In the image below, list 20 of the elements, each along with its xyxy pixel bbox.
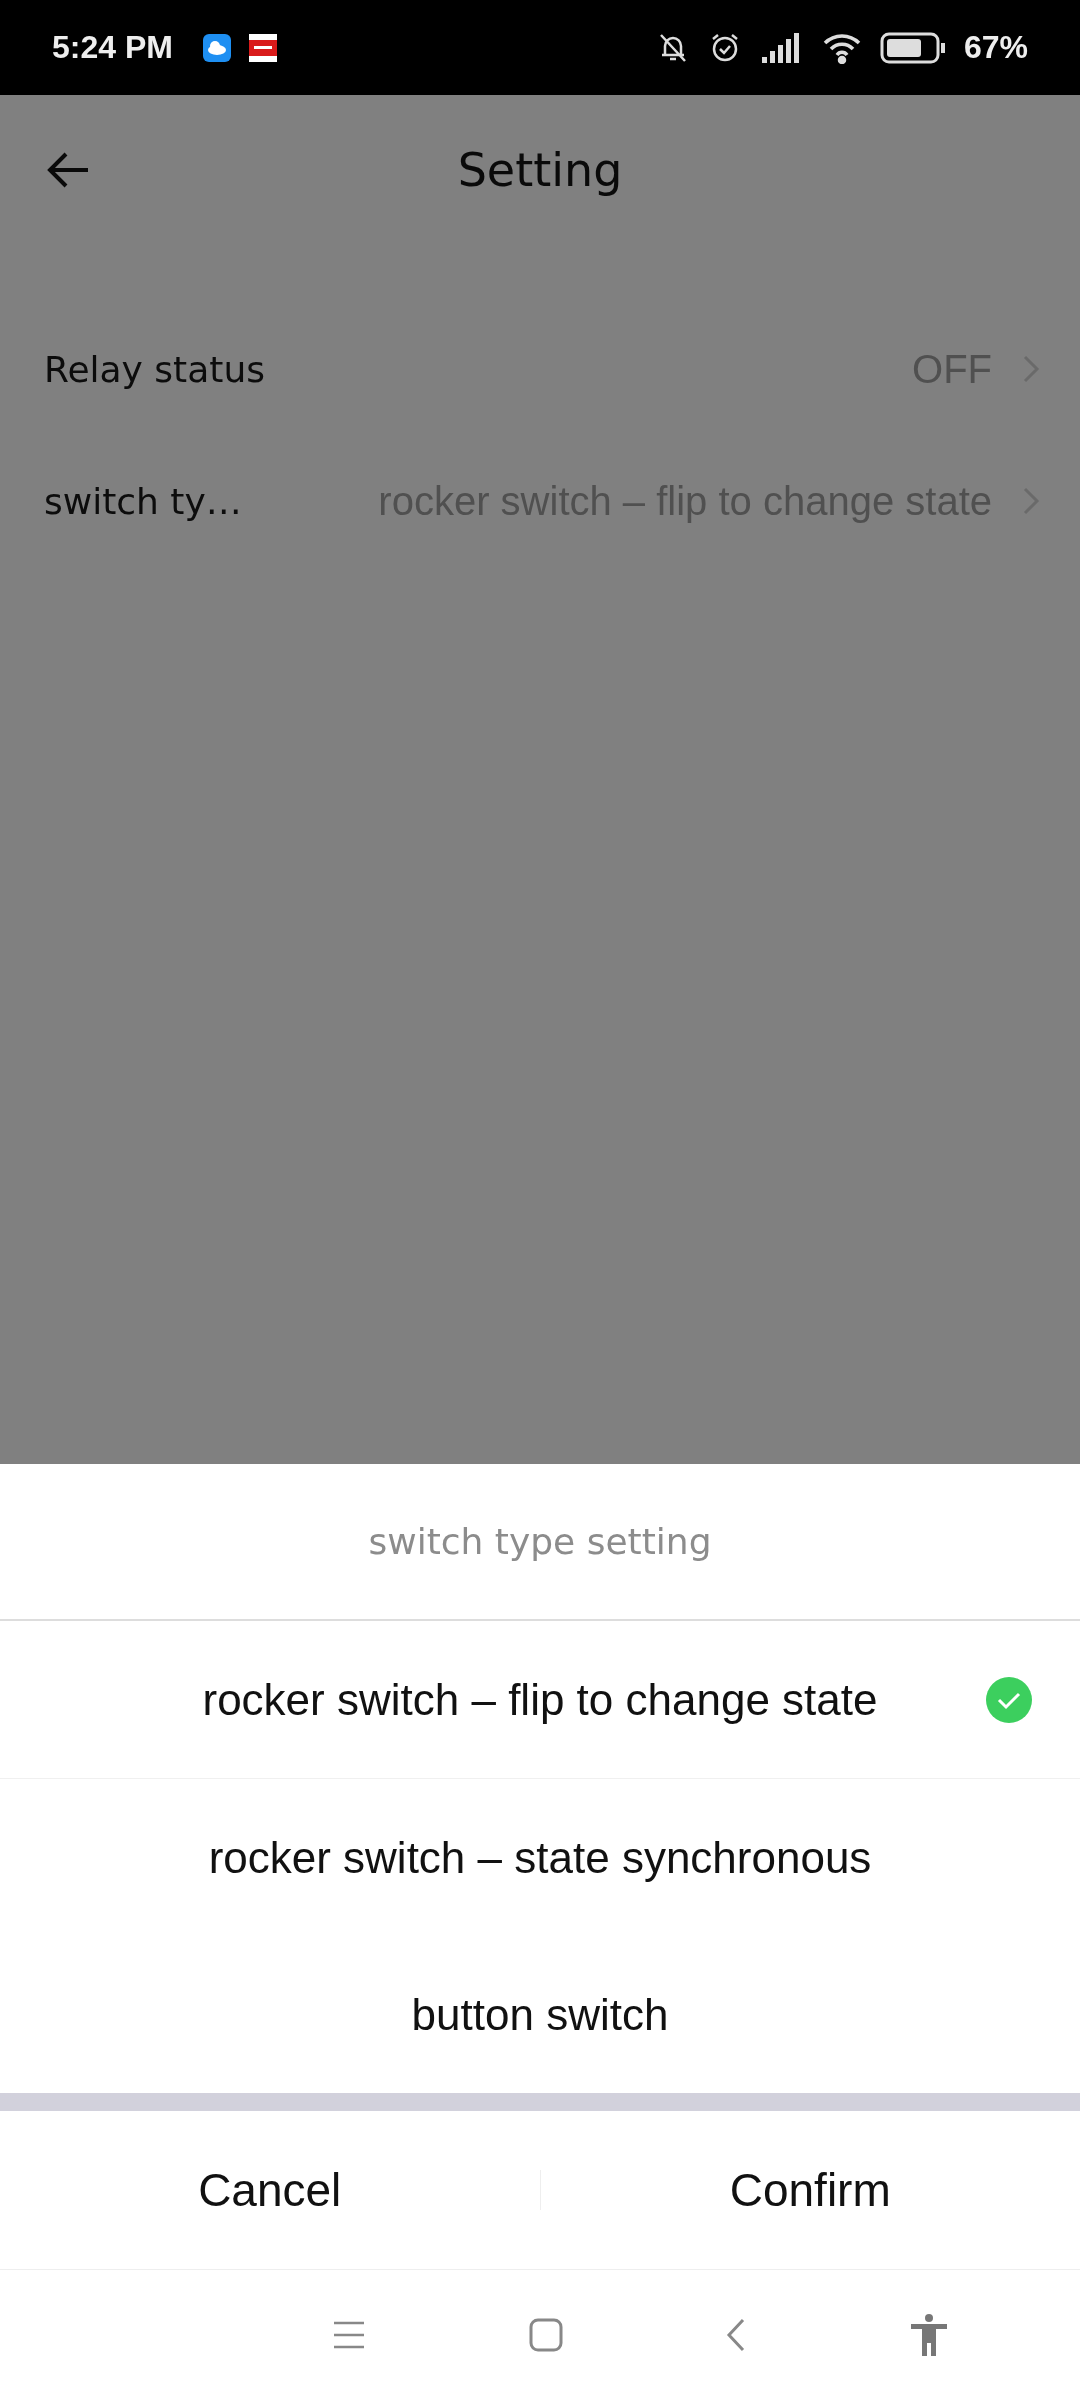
clock-time: 5:24 PM — [52, 29, 173, 66]
battery-icon — [879, 31, 946, 64]
cancel-button[interactable]: Cancel — [0, 2111, 540, 2269]
setting-label: switch ty… — [44, 480, 242, 522]
option-row[interactable]: button switch — [0, 1936, 1080, 2093]
menu-icon[interactable] — [331, 2320, 366, 2350]
wifi-icon — [821, 31, 862, 64]
check-icon — [986, 1676, 1032, 1723]
news-app-icon — [248, 33, 277, 62]
home-icon[interactable] — [528, 2318, 563, 2352]
confirm-button[interactable]: Confirm — [540, 2111, 1080, 2269]
battery-percent: 67% — [963, 29, 1028, 66]
setting-label: Relay status — [44, 348, 265, 390]
option-row[interactable]: rocker switch – state synchronous — [0, 1779, 1080, 1936]
accessibility-icon[interactable] — [908, 2313, 949, 2357]
page-title: Setting — [457, 143, 623, 197]
option-row[interactable]: rocker switch – flip to change state — [0, 1621, 1080, 1779]
cloud-app-icon — [202, 33, 231, 62]
sheet-title: switch type setting — [0, 1464, 1080, 1621]
back-icon[interactable] — [725, 2318, 746, 2352]
